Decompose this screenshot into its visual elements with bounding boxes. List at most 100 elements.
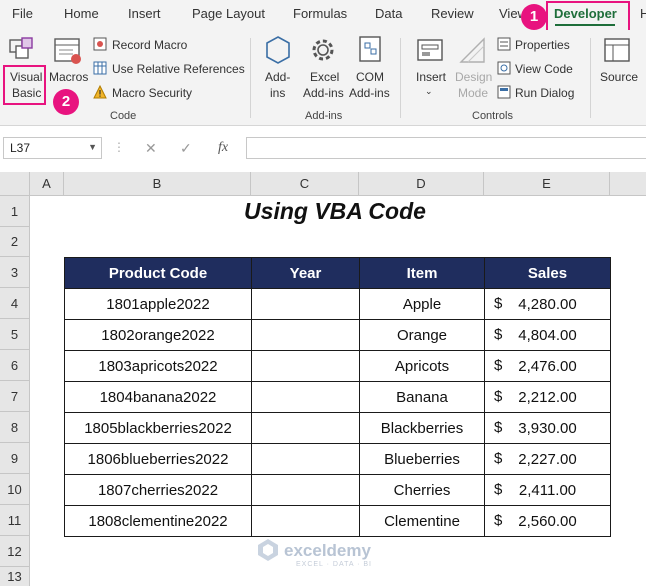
year-cell[interactable]	[251, 350, 360, 382]
row-header-3[interactable]: 3	[0, 257, 30, 288]
column-header-a[interactable]: A	[30, 172, 64, 196]
sales-cell[interactable]: $2,212.00	[484, 381, 611, 413]
enter-icon[interactable]: ✓	[180, 140, 192, 157]
header-product-code[interactable]: Product Code	[64, 257, 252, 289]
year-cell[interactable]	[251, 443, 360, 475]
row-header-5[interactable]: 5	[0, 319, 30, 350]
source-button[interactable]: Source	[600, 70, 638, 84]
tab-home[interactable]: Home	[64, 6, 99, 21]
design-mode-label-1[interactable]: Design	[455, 70, 492, 84]
tab-page-layout[interactable]: Page Layout	[192, 6, 265, 21]
sales-cell[interactable]: $2,476.00	[484, 350, 611, 382]
tab-insert[interactable]: Insert	[128, 6, 161, 21]
record-macro-button[interactable]: Record Macro	[112, 38, 187, 52]
column-header-b[interactable]: B	[64, 172, 251, 196]
row-header-9[interactable]: 9	[0, 443, 30, 474]
com-add-ins-label-1[interactable]: COM	[356, 70, 384, 84]
exceldemy-watermark: exceldemy EXCEL · DATA · BI	[256, 538, 371, 568]
header-year[interactable]: Year	[251, 257, 360, 289]
product-code-cell[interactable]: 1801apple2022	[64, 288, 252, 320]
properties-button[interactable]: Properties	[515, 38, 570, 52]
more-icon: ⋮	[113, 140, 125, 154]
item-cell[interactable]: Apricots	[359, 350, 485, 382]
item-cell[interactable]: Banana	[359, 381, 485, 413]
year-cell[interactable]	[251, 412, 360, 444]
design-mode-label-2[interactable]: Mode	[458, 86, 488, 100]
row-header-4[interactable]: 4	[0, 288, 30, 319]
sales-value: 2,212.00	[518, 388, 577, 406]
product-code-cell[interactable]: 1805blackberries2022	[64, 412, 252, 444]
sales-cell[interactable]: $2,560.00	[484, 505, 611, 537]
formula-input[interactable]	[246, 137, 646, 159]
product-code-cell[interactable]: 1808clementine2022	[64, 505, 252, 537]
row-header-13[interactable]: 13	[0, 567, 30, 586]
tab-view[interactable]: View	[499, 6, 521, 21]
insert-function-icon[interactable]: fx	[218, 140, 228, 156]
item-cell[interactable]: Blueberries	[359, 443, 485, 475]
product-code-cell[interactable]: 1806blueberries2022	[64, 443, 252, 475]
year-cell[interactable]	[251, 505, 360, 537]
view-code-button[interactable]: View Code	[515, 62, 573, 76]
row-header-6[interactable]: 6	[0, 350, 30, 381]
chevron-down-icon[interactable]: ▼	[88, 142, 97, 152]
product-code-cell[interactable]: 1807cherries2022	[64, 474, 252, 506]
row-header-10[interactable]: 10	[0, 474, 30, 505]
name-box[interactable]: L37 ▼	[3, 137, 102, 159]
sales-cell[interactable]: $3,930.00	[484, 412, 611, 444]
excel-add-ins-label-2[interactable]: Add-ins	[303, 86, 344, 100]
tab-formulas[interactable]: Formulas	[293, 6, 347, 21]
tab-data[interactable]: Data	[375, 6, 402, 21]
row-header-2[interactable]: 2	[0, 227, 30, 257]
item-cell[interactable]: Cherries	[359, 474, 485, 506]
item-cell[interactable]: Blackberries	[359, 412, 485, 444]
tab-review[interactable]: Review	[431, 6, 474, 21]
macros-button[interactable]: Macros	[49, 70, 88, 84]
item-cell[interactable]: Orange	[359, 319, 485, 351]
excel-add-ins-label-1[interactable]: Excel	[310, 70, 339, 84]
year-cell[interactable]	[251, 474, 360, 506]
sales-value: 2,560.00	[518, 512, 577, 530]
column-header-c[interactable]: C	[251, 172, 359, 196]
currency-symbol: $	[494, 512, 503, 529]
cancel-icon[interactable]: ✕	[145, 140, 157, 157]
table-row: 1805blackberries2022 Blackberries $3,930.0…	[64, 412, 611, 444]
developer-ribbon: Visual Basic Macros Record Macro Use Rel…	[0, 30, 646, 126]
sales-cell[interactable]: $4,280.00	[484, 288, 611, 320]
column-header-f[interactable]	[610, 172, 646, 196]
sales-table: Product Code Year Item Sales 1801apple20…	[64, 257, 611, 537]
row-header-1[interactable]: 1	[0, 196, 30, 227]
year-cell[interactable]	[251, 381, 360, 413]
relative-references-icon	[93, 61, 107, 80]
add-ins-label-1[interactable]: Add-	[265, 70, 290, 84]
select-all-corner[interactable]	[0, 172, 30, 196]
year-cell[interactable]	[251, 288, 360, 320]
relative-references-button[interactable]: Use Relative References	[112, 62, 245, 76]
item-cell[interactable]: Clementine	[359, 505, 485, 537]
column-header-e[interactable]: E	[484, 172, 610, 196]
year-cell[interactable]	[251, 319, 360, 351]
row-header-8[interactable]: 8	[0, 412, 30, 443]
exceldemy-logo-icon	[258, 539, 278, 561]
tab-help[interactable]: H	[640, 6, 646, 21]
insert-button[interactable]: Insert	[416, 70, 446, 84]
product-code-cell[interactable]: 1802orange2022	[64, 319, 252, 351]
row-header-11[interactable]: 11	[0, 505, 30, 536]
sales-cell[interactable]: $4,804.00	[484, 319, 611, 351]
row-header-7[interactable]: 7	[0, 381, 30, 412]
group-separator	[590, 38, 591, 118]
item-cell[interactable]: Apple	[359, 288, 485, 320]
sales-cell[interactable]: $2,411.00	[484, 474, 611, 506]
macro-security-button[interactable]: Macro Security	[112, 86, 192, 100]
product-code-cell[interactable]: 1804banana2022	[64, 381, 252, 413]
row-header-12[interactable]: 12	[0, 536, 30, 567]
tab-file[interactable]: File	[12, 6, 33, 21]
header-item[interactable]: Item	[359, 257, 485, 289]
add-ins-label-2[interactable]: ins	[270, 86, 285, 100]
com-add-ins-label-2[interactable]: Add-ins	[349, 86, 390, 100]
product-code-cell[interactable]: 1803apricots2022	[64, 350, 252, 382]
run-dialog-button[interactable]: Run Dialog	[515, 86, 574, 100]
sales-cell[interactable]: $2,227.00	[484, 443, 611, 475]
watermark-tagline: EXCEL · DATA · BI	[296, 561, 372, 568]
header-sales[interactable]: Sales	[484, 257, 611, 289]
column-header-d[interactable]: D	[359, 172, 484, 196]
